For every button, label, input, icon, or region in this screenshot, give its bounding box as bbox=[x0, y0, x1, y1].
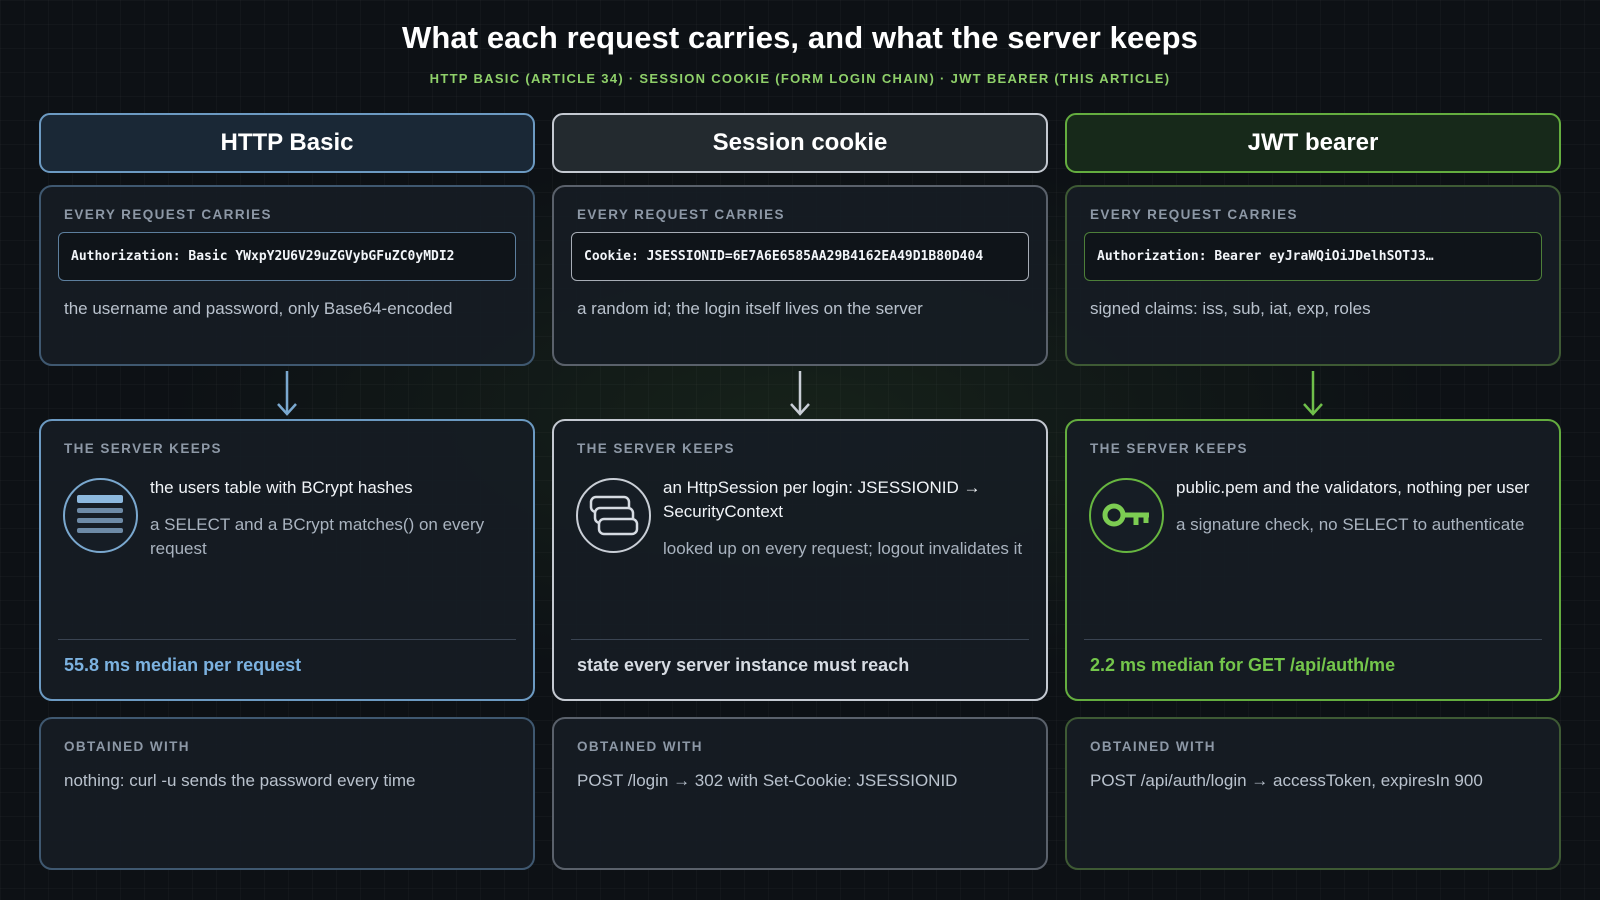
divider bbox=[1084, 639, 1542, 640]
keeps-label: THE SERVER KEEPS bbox=[1090, 441, 1248, 456]
keeps-footer-metric: 2.2 ms median for GET /api/auth/me bbox=[1090, 655, 1396, 675]
obtained-label: OBTAINED WITH bbox=[577, 739, 703, 754]
carries-description: a random id; the login itself lives on t… bbox=[577, 299, 923, 318]
carries-description: signed claims: iss, sub, iat, exp, roles bbox=[1090, 299, 1371, 318]
keeps-main-text: an HttpSession per login: JSESSIONID → S… bbox=[663, 478, 981, 521]
session-stack-icon bbox=[576, 478, 651, 553]
keeps-sub-text: a signature check, no SELECT to authenti… bbox=[1176, 515, 1525, 534]
divider bbox=[571, 639, 1029, 640]
keeps-label: THE SERVER KEEPS bbox=[64, 441, 222, 456]
carries-card: EVERY REQUEST CARRIES Authorization: Bea… bbox=[1065, 185, 1561, 366]
obtained-text: POST /api/auth/login → accessToken, expi… bbox=[1090, 771, 1483, 790]
carries-description: the username and password, only Base64-e… bbox=[64, 299, 453, 318]
server-keeps-card: THE SERVER KEEPS public.pem and the vali… bbox=[1065, 419, 1561, 701]
carries-label: EVERY REQUEST CARRIES bbox=[1090, 207, 1298, 222]
keeps-footer-metric: state every server instance must reach bbox=[577, 655, 910, 675]
obtained-card: OBTAINED WITH POST /api/auth/login → acc… bbox=[1065, 717, 1561, 870]
column-header: HTTP Basic bbox=[39, 113, 535, 173]
carries-card: EVERY REQUEST CARRIES Authorization: Bas… bbox=[39, 185, 535, 366]
divider bbox=[58, 639, 516, 640]
obtained-label: OBTAINED WITH bbox=[1090, 739, 1216, 754]
request-header-value: Authorization: Bearer eyJraWQiOiJDelhSOT… bbox=[1084, 232, 1542, 281]
page-title: What each request carries, and what the … bbox=[401, 20, 1199, 55]
carries-card: EVERY REQUEST CARRIES Cookie: JSESSIONID… bbox=[552, 185, 1048, 366]
down-arrow-icon bbox=[1303, 371, 1323, 416]
request-header-value: Authorization: Basic YWxpY2U6V29uZGVybGF… bbox=[58, 232, 516, 281]
keeps-sub-text: looked up on every request; logout inval… bbox=[663, 539, 1023, 558]
obtained-text: nothing: curl -u sends the password ever… bbox=[64, 771, 416, 790]
database-icon bbox=[63, 478, 138, 553]
column-http-basic: HTTP Basic EVERY REQUEST CARRIES Authori… bbox=[39, 113, 535, 870]
request-header-value: Cookie: JSESSIONID=6E7A6E6585AA29B4162EA… bbox=[571, 232, 1029, 281]
obtained-card: OBTAINED WITH nothing: curl -u sends the… bbox=[39, 717, 535, 870]
column-jwt-bearer: JWT bearer EVERY REQUEST CARRIES Authori… bbox=[1065, 113, 1561, 870]
server-keeps-card: THE SERVER KEEPS an HttpSession per logi… bbox=[552, 419, 1048, 701]
down-arrow-icon bbox=[277, 371, 297, 416]
column-header: Session cookie bbox=[552, 113, 1048, 173]
keeps-footer-metric: 55.8 ms median per request bbox=[64, 655, 302, 675]
keeps-label: THE SERVER KEEPS bbox=[577, 441, 735, 456]
obtained-label: OBTAINED WITH bbox=[64, 739, 190, 754]
column-header: JWT bearer bbox=[1065, 113, 1561, 173]
keeps-main-text: the users table with BCrypt hashes bbox=[150, 478, 413, 497]
down-arrow-icon bbox=[790, 371, 810, 416]
obtained-text: POST /login → 302 with Set-Cookie: JSESS… bbox=[577, 771, 958, 790]
carries-label: EVERY REQUEST CARRIES bbox=[64, 207, 272, 222]
column-session-cookie: Session cookie EVERY REQUEST CARRIES Coo… bbox=[552, 113, 1048, 870]
server-keeps-card: THE SERVER KEEPS the users table with BC… bbox=[39, 419, 535, 701]
key-icon bbox=[1089, 478, 1164, 553]
carries-label: EVERY REQUEST CARRIES bbox=[577, 207, 785, 222]
keeps-main-text: public.pem and the validators, nothing p… bbox=[1176, 478, 1530, 497]
obtained-card: OBTAINED WITH POST /login → 302 with Set… bbox=[552, 717, 1048, 870]
page-subtitle: HTTP BASIC (ARTICLE 34) · SESSION COOKIE… bbox=[429, 71, 1171, 86]
keeps-sub-text: a SELECT and a BCrypt matches() on every… bbox=[150, 515, 485, 558]
